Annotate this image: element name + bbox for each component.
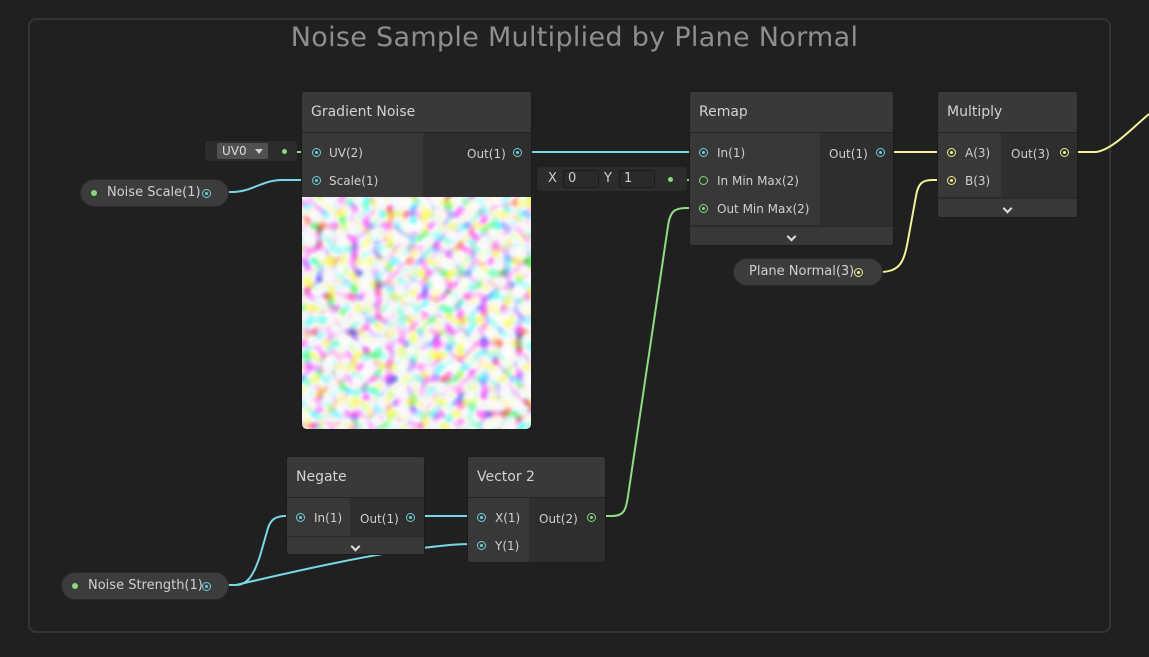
plane-normal-property[interactable]: Plane Normal(3) xyxy=(733,258,883,286)
property-indicator-dot xyxy=(91,190,97,196)
chevron-down-icon xyxy=(1002,203,1013,214)
noise-strength-label: Noise Strength(1) xyxy=(88,578,203,593)
remap-in-min-max-label: In Min Max(2) xyxy=(717,174,799,188)
negate-node[interactable]: Negate In(1) Out(1) xyxy=(286,456,425,555)
scale-input-label: Scale(1) xyxy=(329,174,379,188)
uv-input-port[interactable] xyxy=(312,148,321,157)
chevron-down-icon xyxy=(350,541,361,552)
multiply-title[interactable]: Multiply xyxy=(938,92,1077,133)
uv-default-field[interactable]: UV0 xyxy=(205,141,297,161)
vector2-output-label: Out(2) xyxy=(539,512,578,526)
noise-preview-image xyxy=(302,197,531,429)
noise-scale-property[interactable]: Noise Scale(1) xyxy=(80,179,229,207)
remap-output-port[interactable] xyxy=(876,148,885,157)
vector2-title[interactable]: Vector 2 xyxy=(468,457,605,498)
gradient-noise-title[interactable]: Gradient Noise xyxy=(302,92,531,133)
vector2-x-port[interactable] xyxy=(477,513,486,522)
remap-in-min-max-port[interactable] xyxy=(699,176,708,185)
y-value-input[interactable]: 1 xyxy=(619,170,655,188)
xy-field-connector-dot xyxy=(668,177,673,182)
noise-scale-output-port[interactable] xyxy=(202,189,211,198)
multiply-node[interactable]: Multiply A(3) B(3) Out(3) xyxy=(937,91,1078,218)
remap-output-label: Out(1) xyxy=(829,147,868,161)
remap-out-min-max-port[interactable] xyxy=(699,204,708,213)
multiply-b-port[interactable] xyxy=(947,176,956,185)
multiply-b-label: B(3) xyxy=(965,174,991,188)
uv-input-label: UV(2) xyxy=(329,146,363,160)
dropdown-arrow-icon xyxy=(255,149,263,154)
remap-in-label: In(1) xyxy=(717,146,746,160)
vector2-y-port[interactable] xyxy=(477,541,486,550)
y-label: Y xyxy=(604,171,612,186)
vector2-x-label: X(1) xyxy=(495,511,521,525)
negate-output-port[interactable] xyxy=(406,513,415,522)
noise-strength-output-port[interactable] xyxy=(202,582,211,591)
noise-output-port[interactable] xyxy=(513,148,522,157)
negate-in-port[interactable] xyxy=(296,513,305,522)
plane-normal-label: Plane Normal(3) xyxy=(749,264,855,279)
uv-channel-dropdown[interactable]: UV0 xyxy=(217,143,268,159)
chevron-down-icon xyxy=(786,231,797,242)
remap-node[interactable]: Remap In(1) In Min Max(2) Out Min Max(2)… xyxy=(689,91,894,246)
wire-vector2-to-remap xyxy=(592,207,703,517)
in-min-max-field[interactable]: X 0 Y 1 xyxy=(537,167,687,191)
remap-title[interactable]: Remap xyxy=(690,92,893,133)
multiply-a-label: A(3) xyxy=(965,146,991,160)
noise-output-label: Out(1) xyxy=(467,147,506,161)
negate-title[interactable]: Negate xyxy=(287,457,424,498)
scale-input-port[interactable] xyxy=(312,176,321,185)
multiply-expand-toggle[interactable] xyxy=(938,199,1077,217)
noise-scale-label: Noise Scale(1) xyxy=(107,185,201,200)
plane-normal-output-port[interactable] xyxy=(854,268,863,277)
uv-field-connector-dot xyxy=(282,149,287,154)
remap-out-min-max-label: Out Min Max(2) xyxy=(717,202,810,216)
vector2-output-port[interactable] xyxy=(587,513,596,522)
negate-in-label: In(1) xyxy=(314,511,343,525)
noise-strength-property[interactable]: Noise Strength(1) xyxy=(61,572,229,600)
x-label: X xyxy=(548,171,557,186)
x-value-input[interactable]: 0 xyxy=(563,170,599,188)
vector2-y-label: Y(1) xyxy=(495,539,520,553)
multiply-output-port[interactable] xyxy=(1060,148,1069,157)
negate-output-label: Out(1) xyxy=(360,512,399,526)
vector2-node[interactable]: Vector 2 X(1) Y(1) Out(2) xyxy=(467,456,606,563)
multiply-a-port[interactable] xyxy=(947,148,956,157)
multiply-output-label: Out(3) xyxy=(1011,147,1050,161)
uv-channel-value: UV0 xyxy=(222,144,247,158)
negate-expand-toggle[interactable] xyxy=(287,537,424,554)
remap-in-port[interactable] xyxy=(699,148,708,157)
remap-expand-toggle[interactable] xyxy=(690,227,893,245)
property-indicator-dot xyxy=(72,583,78,589)
